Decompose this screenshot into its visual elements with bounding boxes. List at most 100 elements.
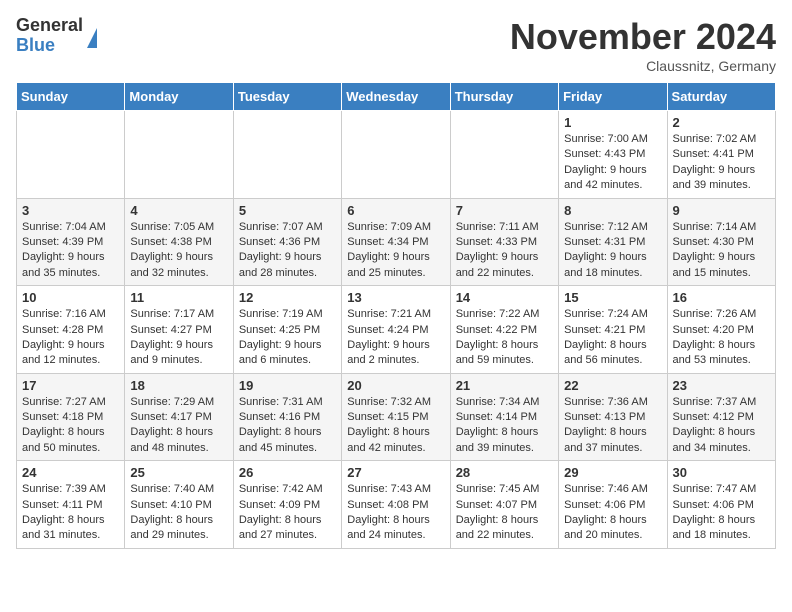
day-info: Sunrise: 7:02 AM Sunset: 4:41 PM Dayligh… — [673, 132, 770, 194]
calendar-cell: 23 Sunrise: 7:37 AM Sunset: 4:12 PM Dayli… — [667, 373, 775, 461]
calendar-cell — [125, 111, 233, 199]
day-number: 20 — [347, 378, 444, 393]
calendar-cell: 30Sunrise: 7:47 AM Sunset: 4:06 PM Dayli… — [667, 461, 775, 549]
day-number: 29 — [564, 465, 661, 480]
day-info: Sunrise: 7:12 AM Sunset: 4:31 PM Dayligh… — [564, 220, 661, 282]
weekday-thursday: Thursday — [450, 83, 558, 111]
calendar-cell: 8 Sunrise: 7:12 AM Sunset: 4:31 PM Daylig… — [559, 198, 667, 286]
weekday-tuesday: Tuesday — [233, 83, 341, 111]
weekday-wednesday: Wednesday — [342, 83, 450, 111]
calendar-cell — [17, 111, 125, 199]
day-info: Sunrise: 7:29 AM Sunset: 4:17 PM Dayligh… — [130, 395, 227, 457]
day-number: 22 — [564, 378, 661, 393]
calendar-cell: 1 Sunrise: 7:00 AM Sunset: 4:43 PM Daylig… — [559, 111, 667, 199]
day-number: 3 — [22, 203, 119, 218]
week-row-2: 3 Sunrise: 7:04 AM Sunset: 4:39 PM Daylig… — [17, 198, 776, 286]
calendar-cell: 2 Sunrise: 7:02 AM Sunset: 4:41 PM Daylig… — [667, 111, 775, 199]
day-number: 28 — [456, 465, 553, 480]
day-info: Sunrise: 7:27 AM Sunset: 4:18 PM Dayligh… — [22, 395, 119, 457]
calendar-body: 1 Sunrise: 7:00 AM Sunset: 4:43 PM Daylig… — [17, 111, 776, 549]
day-info: Sunrise: 7:34 AM Sunset: 4:14 PM Dayligh… — [456, 395, 553, 457]
day-info: Sunrise: 7:14 AM Sunset: 4:30 PM Dayligh… — [673, 220, 770, 282]
day-number: 17 — [22, 378, 119, 393]
day-number: 24 — [22, 465, 119, 480]
day-number: 26 — [239, 465, 336, 480]
calendar-cell: 20 Sunrise: 7:32 AM Sunset: 4:15 PM Dayli… — [342, 373, 450, 461]
day-info: Sunrise: 7:36 AM Sunset: 4:13 PM Dayligh… — [564, 395, 661, 457]
day-info: Sunrise: 7:07 AM Sunset: 4:36 PM Dayligh… — [239, 220, 336, 282]
day-info: Sunrise: 7:05 AM Sunset: 4:38 PM Dayligh… — [130, 220, 227, 282]
day-info: Sunrise: 7:45 AM Sunset: 4:07 PM Dayligh… — [456, 482, 553, 544]
day-info: Sunrise: 7:04 AM Sunset: 4:39 PM Dayligh… — [22, 220, 119, 282]
logo-triangle-icon — [87, 28, 97, 48]
day-number: 9 — [673, 203, 770, 218]
calendar-cell: 26 Sunrise: 7:42 AM Sunset: 4:09 PM Dayli… — [233, 461, 341, 549]
day-info: Sunrise: 7:17 AM Sunset: 4:27 PM Dayligh… — [130, 307, 227, 369]
day-number: 15 — [564, 290, 661, 305]
location-label: Claussnitz, Germany — [510, 58, 776, 74]
day-info: Sunrise: 7:21 AM Sunset: 4:24 PM Dayligh… — [347, 307, 444, 369]
calendar-cell: 13Sunrise: 7:21 AM Sunset: 4:24 PM Dayli… — [342, 286, 450, 374]
logo-general: General — [16, 16, 83, 36]
calendar-cell: 3 Sunrise: 7:04 AM Sunset: 4:39 PM Daylig… — [17, 198, 125, 286]
day-info: Sunrise: 7:31 AM Sunset: 4:16 PM Dayligh… — [239, 395, 336, 457]
day-number: 12 — [239, 290, 336, 305]
calendar-cell: 18 Sunrise: 7:29 AM Sunset: 4:17 PM Dayli… — [125, 373, 233, 461]
calendar-cell: 21 Sunrise: 7:34 AM Sunset: 4:14 PM Dayli… — [450, 373, 558, 461]
calendar-cell — [342, 111, 450, 199]
logo-text: General Blue — [16, 16, 83, 56]
day-info: Sunrise: 7:47 AM Sunset: 4:06 PM Dayligh… — [673, 482, 770, 544]
calendar-cell: 25Sunrise: 7:40 AM Sunset: 4:10 PM Dayli… — [125, 461, 233, 549]
day-number: 1 — [564, 115, 661, 130]
calendar-table: SundayMondayTuesdayWednesdayThursdayFrid… — [16, 82, 776, 549]
day-info: Sunrise: 7:39 AM Sunset: 4:11 PM Dayligh… — [22, 482, 119, 544]
calendar-cell: 11Sunrise: 7:17 AM Sunset: 4:27 PM Dayli… — [125, 286, 233, 374]
day-info: Sunrise: 7:46 AM Sunset: 4:06 PM Dayligh… — [564, 482, 661, 544]
day-info: Sunrise: 7:11 AM Sunset: 4:33 PM Dayligh… — [456, 220, 553, 282]
day-info: Sunrise: 7:37 AM Sunset: 4:12 PM Dayligh… — [673, 395, 770, 457]
calendar-cell — [233, 111, 341, 199]
day-number: 5 — [239, 203, 336, 218]
calendar-cell — [450, 111, 558, 199]
calendar-cell: 6 Sunrise: 7:09 AM Sunset: 4:34 PM Daylig… — [342, 198, 450, 286]
weekday-header-row: SundayMondayTuesdayWednesdayThursdayFrid… — [17, 83, 776, 111]
calendar-cell: 7 Sunrise: 7:11 AM Sunset: 4:33 PM Daylig… — [450, 198, 558, 286]
calendar-cell: 12 Sunrise: 7:19 AM Sunset: 4:25 PM Dayli… — [233, 286, 341, 374]
day-info: Sunrise: 7:32 AM Sunset: 4:15 PM Dayligh… — [347, 395, 444, 457]
weekday-saturday: Saturday — [667, 83, 775, 111]
calendar-cell: 27 Sunrise: 7:43 AM Sunset: 4:08 PM Dayli… — [342, 461, 450, 549]
day-number: 6 — [347, 203, 444, 218]
calendar-cell: 19Sunrise: 7:31 AM Sunset: 4:16 PM Dayli… — [233, 373, 341, 461]
day-number: 23 — [673, 378, 770, 393]
week-row-3: 10Sunrise: 7:16 AM Sunset: 4:28 PM Dayli… — [17, 286, 776, 374]
calendar-cell: 14Sunrise: 7:22 AM Sunset: 4:22 PM Dayli… — [450, 286, 558, 374]
week-row-5: 24 Sunrise: 7:39 AM Sunset: 4:11 PM Dayli… — [17, 461, 776, 549]
calendar-cell: 24 Sunrise: 7:39 AM Sunset: 4:11 PM Dayli… — [17, 461, 125, 549]
day-number: 8 — [564, 203, 661, 218]
day-info: Sunrise: 7:19 AM Sunset: 4:25 PM Dayligh… — [239, 307, 336, 369]
day-info: Sunrise: 7:26 AM Sunset: 4:20 PM Dayligh… — [673, 307, 770, 369]
day-info: Sunrise: 7:09 AM Sunset: 4:34 PM Dayligh… — [347, 220, 444, 282]
day-info: Sunrise: 7:22 AM Sunset: 4:22 PM Dayligh… — [456, 307, 553, 369]
day-info: Sunrise: 7:00 AM Sunset: 4:43 PM Dayligh… — [564, 132, 661, 194]
page-header: General Blue November 2024 Claussnitz, G… — [16, 16, 776, 74]
calendar-cell: 10Sunrise: 7:16 AM Sunset: 4:28 PM Dayli… — [17, 286, 125, 374]
day-number: 2 — [673, 115, 770, 130]
weekday-friday: Friday — [559, 83, 667, 111]
calendar-cell: 4Sunrise: 7:05 AM Sunset: 4:38 PM Daylig… — [125, 198, 233, 286]
calendar-cell: 16 Sunrise: 7:26 AM Sunset: 4:20 PM Dayli… — [667, 286, 775, 374]
day-number: 16 — [673, 290, 770, 305]
calendar-cell: 17 Sunrise: 7:27 AM Sunset: 4:18 PM Dayli… — [17, 373, 125, 461]
day-info: Sunrise: 7:42 AM Sunset: 4:09 PM Dayligh… — [239, 482, 336, 544]
calendar-cell: 29 Sunrise: 7:46 AM Sunset: 4:06 PM Dayli… — [559, 461, 667, 549]
day-number: 7 — [456, 203, 553, 218]
day-number: 21 — [456, 378, 553, 393]
calendar-cell: 22 Sunrise: 7:36 AM Sunset: 4:13 PM Dayli… — [559, 373, 667, 461]
day-info: Sunrise: 7:16 AM Sunset: 4:28 PM Dayligh… — [22, 307, 119, 369]
day-info: Sunrise: 7:40 AM Sunset: 4:10 PM Dayligh… — [130, 482, 227, 544]
week-row-1: 1 Sunrise: 7:00 AM Sunset: 4:43 PM Daylig… — [17, 111, 776, 199]
day-info: Sunrise: 7:43 AM Sunset: 4:08 PM Dayligh… — [347, 482, 444, 544]
calendar-cell: 28 Sunrise: 7:45 AM Sunset: 4:07 PM Dayli… — [450, 461, 558, 549]
day-number: 27 — [347, 465, 444, 480]
day-number: 18 — [130, 378, 227, 393]
